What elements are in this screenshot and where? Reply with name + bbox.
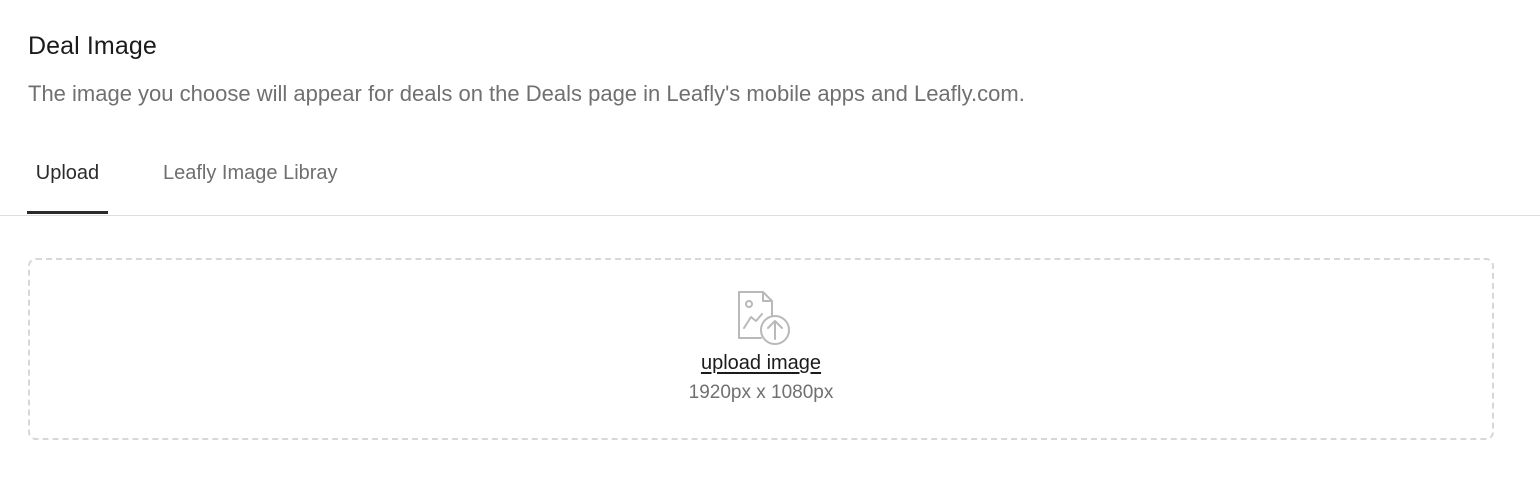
image-dimensions-hint: 1920px x 1080px [688,382,834,403]
image-source-tabs: Upload Leafly Image Libray [0,146,1540,216]
tab-upload[interactable]: Upload [27,146,108,214]
upload-image-link[interactable]: upload image [701,352,821,374]
section-description: The image you choose will appear for dea… [28,81,1025,106]
deal-image-section: Deal Image The image you choose will app… [0,0,1540,480]
image-upload-dropzone[interactable]: upload image 1920px x 1080px [28,258,1494,440]
section-title: Deal Image [28,32,157,60]
image-upload-icon [738,291,790,345]
tab-leafly-image-library[interactable]: Leafly Image Libray [163,146,338,214]
